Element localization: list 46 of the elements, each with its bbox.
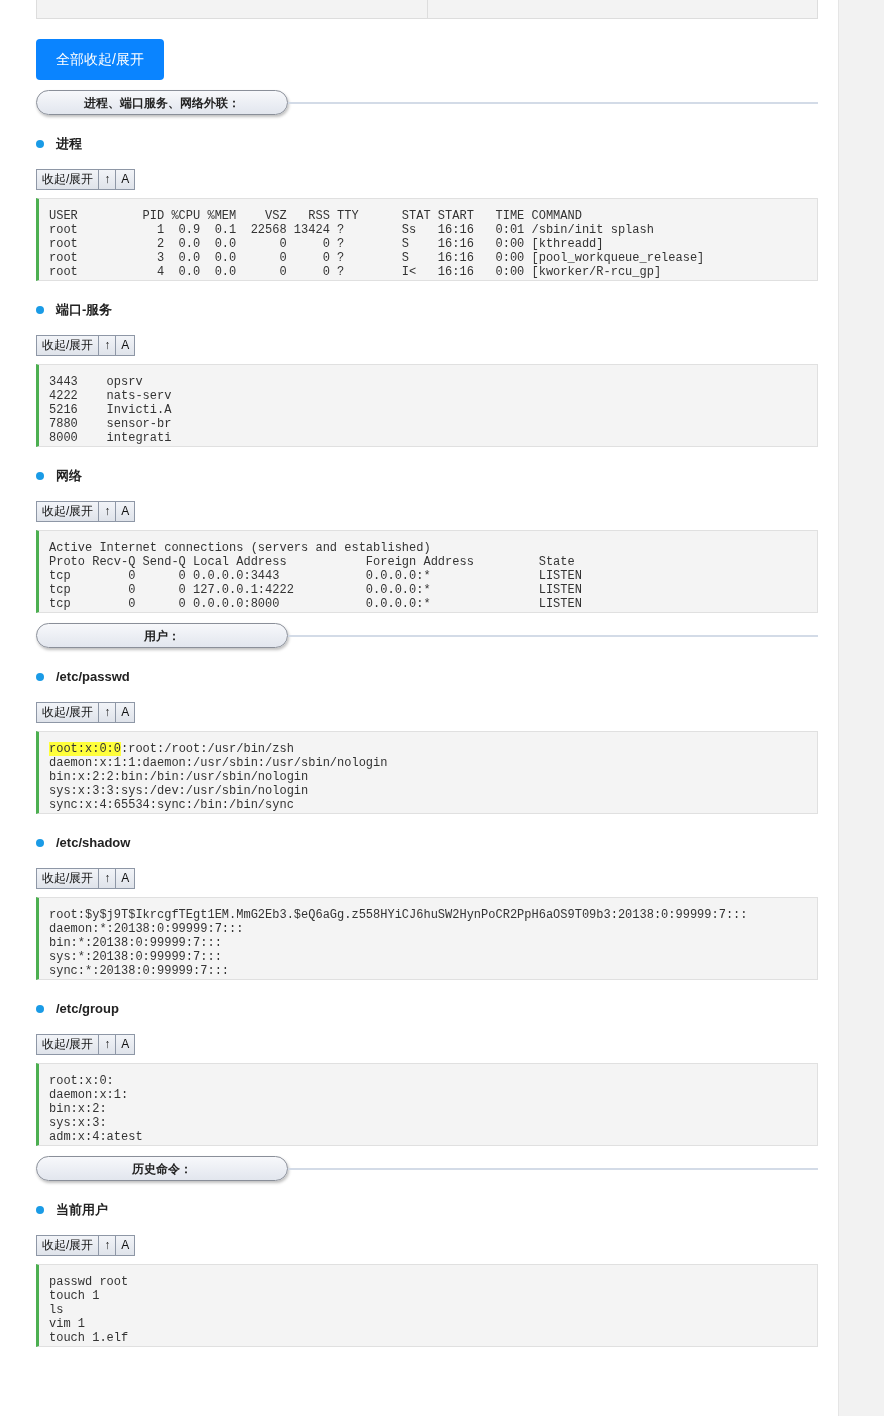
toggle-button[interactable]: 收起/展开 xyxy=(36,335,100,356)
section-heading: 历史命令： xyxy=(36,1156,288,1181)
up-button[interactable]: ↑ xyxy=(99,1034,117,1055)
up-button[interactable]: ↑ xyxy=(99,868,117,889)
toggle-button[interactable]: 收起/展开 xyxy=(36,702,100,723)
font-button[interactable]: A xyxy=(116,169,136,190)
font-button[interactable]: A xyxy=(116,868,136,889)
bullet-icon xyxy=(36,1206,44,1214)
toggle-button[interactable]: 收起/展开 xyxy=(36,868,100,889)
group-title: 端口-服务 xyxy=(56,302,113,318)
collapse-all-button[interactable]: 全部收起/展开 xyxy=(36,39,164,80)
bullet-icon xyxy=(36,839,44,847)
bullet-icon xyxy=(36,306,44,314)
bullet-icon xyxy=(36,140,44,148)
up-button[interactable]: ↑ xyxy=(99,702,117,723)
group-title: /etc/shadow xyxy=(56,835,131,851)
group-title: 网络 xyxy=(56,468,82,484)
font-button[interactable]: A xyxy=(116,702,136,723)
font-button[interactable]: A xyxy=(116,501,136,522)
font-button[interactable]: A xyxy=(116,1235,136,1256)
group-title: 当前用户 xyxy=(56,1202,108,1218)
code-block: root:x:0: daemon:x:1: bin:x:2: sys:x:3: adm:x:4:atest xyxy=(36,1063,818,1146)
up-button[interactable]: ↑ xyxy=(99,335,117,356)
toggle-button[interactable]: 收起/展开 xyxy=(36,1034,100,1055)
code-block: root:$y$j9T$IkrcgfTEgt1EM.MmG2Eb3.$eQ6aGg.z558HYiCJ6huSW2HynPoCR2PpH6aOS9T09b3:20138:0:99999:7::: daemon:*:20138:0:99999:7::: bin:*:20138:0:99999:7::: sys:*:20138:0:99999:7::: sync:*:20138:0:99999:7::: xyxy=(36,897,818,980)
section-heading: 进程、端口服务、网络外联： xyxy=(36,90,288,115)
code-block: passwd root touch 1 ls vim 1 touch 1.elf xyxy=(36,1264,818,1347)
toggle-button[interactable]: 收起/展开 xyxy=(36,501,100,522)
toggle-button[interactable]: 收起/展开 xyxy=(36,1235,100,1256)
group-title: 进程 xyxy=(56,136,82,152)
code-block: 3443 opsrv 4222 nats-serv 5216 Invicti.A 7880 sensor-br 8000 integrati xyxy=(36,364,818,447)
toggle-button[interactable]: 收起/展开 xyxy=(36,169,100,190)
section-heading: 用户： xyxy=(36,623,288,648)
group-title: /etc/group xyxy=(56,1001,119,1017)
code-block: root:x:0:0:root:/root:/usr/bin/zsh daemon:x:1:1:daemon:/usr/sbin:/usr/sbin/nologin bin:x:2:2:bin:/bin:/usr/sbin/nologin sys:x:3:3:sys:/dev:/usr/sbin/nologin sync:x:4:65534:sync:/bin:/bin/sync xyxy=(36,731,818,814)
group-title: /etc/passwd xyxy=(56,669,130,685)
up-button[interactable]: ↑ xyxy=(99,169,117,190)
bullet-icon xyxy=(36,472,44,480)
font-button[interactable]: A xyxy=(116,335,136,356)
up-button[interactable]: ↑ xyxy=(99,501,117,522)
code-block: USER PID %CPU %MEM VSZ RSS TTY STAT START TIME COMMAND root 1 0.9 0.1 22568 13424 ? Ss 16:16 0:01 /sbin/init splash root 2 0.0 0.0 0 0 ? S 16:16 0:00 [kthreadd] root 3 0.0 0.0 0 0 ? S 16:16 0:00 [pool_workqueue_release] root 4 0.0 0.0 0 0 ? I< 16:16 0:00 [kworker/R-rcu_gp] xyxy=(36,198,818,281)
bullet-icon xyxy=(36,673,44,681)
font-button[interactable]: A xyxy=(116,1034,136,1055)
up-button[interactable]: ↑ xyxy=(99,1235,117,1256)
bullet-icon xyxy=(36,1005,44,1013)
code-block: Active Internet connections (servers and established) Proto Recv-Q Send-Q Local Address Foreign Address State tcp 0 0 0.0.0.0:3443 0.0.0.0:* LISTEN tcp 0 0 127.0.0.1:4222 0.0.0.0:* LISTEN tcp 0 0 0.0.0.0:8000 0.0.0.0:* LISTEN xyxy=(36,530,818,613)
